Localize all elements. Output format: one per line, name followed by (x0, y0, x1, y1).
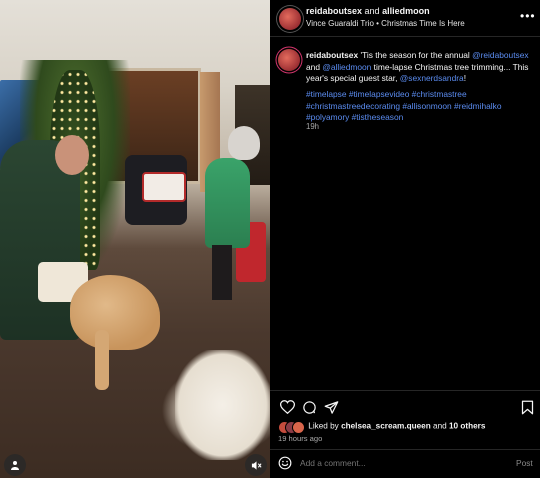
person-right (205, 158, 250, 248)
hashtags-line-3[interactable]: #polyamory #tistheseason (306, 112, 532, 124)
action-bar (278, 398, 534, 416)
caption-author-avatar[interactable] (278, 49, 300, 71)
caption-time: 19h (306, 122, 320, 131)
person-tag-icon[interactable] (4, 454, 26, 476)
mention-sexnerdsandra[interactable]: @sexnerdsandra (400, 73, 464, 83)
likes-and: and (433, 421, 447, 431)
likes-others[interactable]: 10 others (449, 422, 485, 431)
likes-prefix: Liked by (308, 421, 339, 431)
song-artist: Vince Guaraldi Trio (306, 19, 374, 28)
separator-dot: • (376, 19, 379, 28)
song-title: Christmas Time Is Here (381, 19, 465, 28)
person-right-legs (212, 245, 232, 300)
heart-icon[interactable] (278, 398, 296, 416)
liker-username[interactable]: chelsea_scream.queen (341, 422, 431, 431)
hashtags-line-2[interactable]: #christmastreedecorating #allisonmoon #r… (306, 101, 532, 113)
post-details-panel: reidaboutsex and alliedmoon Vince Guaral… (270, 0, 540, 478)
caption-text-1: 'Tis the season for the annual (360, 50, 470, 60)
person-right-hat (228, 126, 260, 160)
person-left-head (55, 135, 89, 175)
post-video[interactable] (0, 0, 270, 478)
comment-bar: Post (270, 452, 540, 478)
caption-text-4: ! (463, 73, 467, 83)
coauthor-username[interactable]: alliedmoon (382, 6, 430, 16)
post-header: reidaboutsex and alliedmoon Vince Guaral… (270, 0, 540, 36)
dog (70, 275, 160, 350)
mention-reidaboutsex[interactable]: @reidaboutsex (472, 50, 528, 60)
pillow (142, 172, 186, 202)
mention-alliedmoon[interactable]: @alliedmoon (322, 62, 371, 72)
likes-summary[interactable]: Liked by chelsea_scream.queen and 10 oth… (278, 421, 485, 434)
comment-input[interactable] (300, 458, 490, 468)
posted-time: 19 hours ago (278, 434, 323, 443)
bookmark-icon[interactable] (518, 398, 536, 416)
post-comment-button[interactable]: Post (516, 458, 533, 468)
liker-avatars (278, 421, 305, 434)
emoji-icon[interactable] (278, 456, 294, 472)
more-horizontal-icon[interactable]: ••• (520, 9, 536, 23)
caption: reidaboutsex 'Tis the season for the ann… (306, 50, 532, 85)
author-avatar[interactable] (279, 8, 301, 30)
comment-icon[interactable] (300, 398, 318, 416)
author-names: reidaboutsex and alliedmoon (306, 6, 430, 16)
caption-author[interactable]: reidaboutsex (306, 50, 358, 60)
comment-divider (270, 449, 540, 450)
share-icon[interactable] (322, 398, 340, 416)
and-text: and (364, 6, 380, 16)
caption-text-2: and (306, 61, 320, 72)
dog-leg (95, 330, 109, 390)
author-username[interactable]: reidaboutsex (306, 6, 362, 16)
audio-info[interactable]: Vince Guaraldi Trio • Christmas Time Is … (306, 19, 465, 28)
mute-icon[interactable] (245, 454, 267, 476)
sheepskin-rug (175, 350, 270, 460)
hashtags-line-1[interactable]: #timelapse #timelapsevideo #christmastre… (306, 89, 532, 101)
hashtags: #timelapse #timelapsevideo #christmastre… (306, 89, 532, 124)
header-divider (270, 36, 540, 37)
actions-divider (270, 390, 540, 391)
